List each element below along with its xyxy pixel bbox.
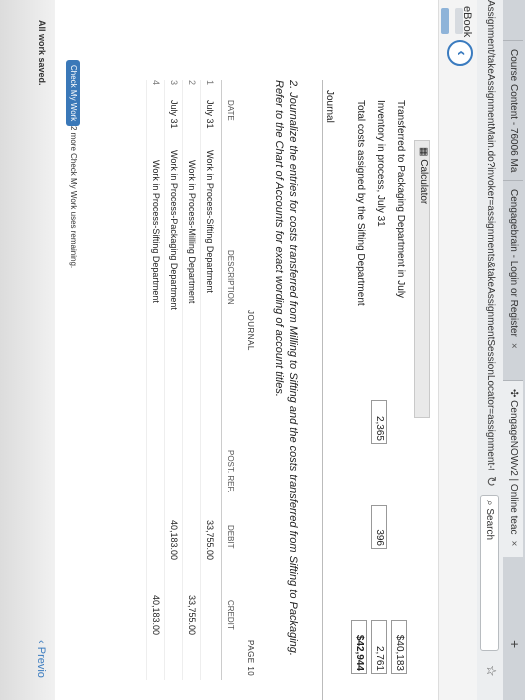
row-description[interactable]: Work in Process-Milling Department (187, 160, 197, 303)
tab-label: Course Content - 76006 Ma (508, 49, 519, 173)
calc-cell[interactable]: $40,183 (391, 620, 407, 674)
header-post-ref: POST. REF. (226, 450, 235, 493)
row-date[interactable]: July 31 (205, 100, 215, 129)
address-bar: Assignment/takeAssignmentMain.do?invoker… (476, 0, 503, 700)
row-number: 2 (187, 80, 197, 86)
calc-cell[interactable]: 396 (371, 505, 387, 549)
tab-cengagenow[interactable]: ✣ CengageNOWv2 | Online teac × (503, 380, 523, 557)
close-icon[interactable]: × (508, 343, 519, 349)
row-number: 3 (169, 80, 179, 86)
new-tab-button[interactable]: + (507, 640, 523, 648)
row-description[interactable]: Work in Process-Sifting Department (151, 160, 161, 303)
divider (200, 80, 201, 680)
calc-row-label: Total costs assigned by the Sifting Depa… (355, 100, 366, 306)
divider (221, 80, 222, 680)
browser-screen: Course Content - 76006 Ma× Cengagebrain … (0, 0, 525, 700)
row-date[interactable]: July 31 (169, 100, 179, 129)
calc-row: Total costs assigned by the Sifting Depa… (351, 0, 367, 700)
collapse-chevron-icon[interactable]: ‹ (447, 40, 473, 66)
search-placeholder: Search (484, 508, 495, 541)
divider (322, 80, 323, 700)
calc-row-label: Inventory in process, July 31 (375, 100, 386, 227)
row-credit[interactable]: 40,183.00 (151, 595, 161, 635)
journal-title: JOURNAL (246, 310, 255, 351)
calculator-label: Calculator (418, 159, 429, 205)
page-bottom-shade (0, 0, 55, 700)
divider (146, 80, 147, 680)
header-debit: DEBIT (226, 525, 235, 549)
row-description[interactable]: Work in Process-Sifting Department (205, 150, 215, 293)
calc-row-label: Transferred to Packaging Department in J… (395, 100, 406, 299)
row-number: 1 (205, 80, 215, 86)
calculator-header: ▦ Calculator (414, 140, 430, 418)
calc-row: Transferred to Packaging Department in J… (391, 0, 407, 700)
save-status: All work saved. (37, 20, 47, 86)
calc-row: Inventory in process, July 31 2,365 396 … (371, 0, 387, 700)
calculator-icon: ▦ (418, 147, 429, 160)
previous-label: Previo (35, 646, 47, 678)
check-remaining-text: 2 more Check My Work uses remaining. (69, 126, 78, 269)
divider (182, 80, 183, 680)
header-date: DATE (226, 100, 235, 121)
journal-page-number: PAGE 10 (246, 640, 255, 677)
header-credit: CREDIT (226, 600, 235, 630)
calc-cell[interactable]: 2,365 (371, 400, 387, 444)
search-input[interactable]: ⌕ Search (480, 495, 499, 651)
divider (164, 80, 165, 680)
cengage-icon: ✣ (508, 389, 519, 401)
url-field[interactable]: Assignment/takeAssignmentMain.do?invoker… (482, 0, 498, 470)
row-debit[interactable]: 33,755.00 (205, 520, 215, 560)
sidebar: eBook (438, 0, 477, 700)
close-icon[interactable]: × (508, 541, 519, 547)
row-debit[interactable]: 40,183.00 (169, 520, 179, 560)
question-text: 2. Journalize the entries for costs tran… (273, 80, 299, 656)
tab-label: CengageNOWv2 | Online teac (508, 400, 519, 535)
tab-course-content[interactable]: Course Content - 76006 Ma× (503, 40, 523, 177)
check-my-work-button[interactable]: Check My Work (66, 60, 80, 127)
calc-cell[interactable]: 2,761 (371, 620, 387, 674)
chevron-left-icon: ‹ (35, 640, 47, 647)
tab-bar: Course Content - 76006 Ma× Cengagebrain … (502, 0, 525, 700)
reload-icon[interactable]: ↻ (483, 476, 499, 487)
sidebar-item-active[interactable] (441, 8, 449, 34)
calc-cell[interactable]: $42,944 (351, 620, 367, 674)
row-number: 4 (151, 80, 161, 86)
sidebar-item[interactable] (455, 8, 463, 34)
previous-button[interactable]: ‹ Previo (35, 640, 47, 678)
journal-section-label: Journal (324, 90, 335, 123)
row-description[interactable]: Work in Process-Packaging Department (169, 150, 179, 310)
tab-cengagebrain[interactable]: Cengagebrain - Login or Register × (503, 180, 523, 367)
bookmark-star-icon[interactable]: ☆ (483, 665, 499, 677)
header-description: DESCRIPTION (226, 250, 235, 305)
row-credit[interactable]: 33,755.00 (187, 595, 197, 635)
tab-label: Cengagebrain - Login or Register (508, 189, 519, 337)
